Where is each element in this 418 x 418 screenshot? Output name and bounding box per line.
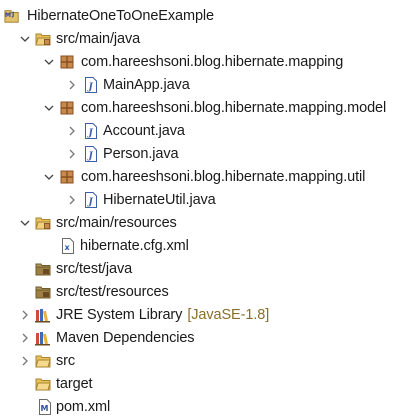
source-folder-icon (35, 31, 51, 47)
package-mapping-label: com.hareeshsoni.blog.hibernate.mapping (81, 54, 344, 70)
java-file-icon: J (83, 192, 99, 208)
package-icon (59, 169, 75, 185)
maven-pom-icon: M (37, 399, 53, 415)
tree-item-mainapp[interactable]: J MainApp.java (0, 74, 418, 96)
tree-item-person[interactable]: J Person.java (0, 143, 418, 165)
xml-file-icon: x (60, 238, 76, 254)
folder-icon (35, 376, 51, 392)
chevron-right-icon[interactable] (66, 79, 78, 91)
pom-label: pom.xml (56, 399, 111, 415)
src-main-java-label: src/main/java (56, 31, 141, 47)
chevron-right-icon[interactable] (66, 125, 78, 137)
library-icon (35, 330, 51, 346)
tree-item-src-main-resources[interactable]: src/main/resources (0, 212, 418, 234)
chevron-down-icon[interactable] (43, 171, 55, 183)
empty-source-folder-icon (35, 261, 51, 277)
chevron-down-icon[interactable] (19, 217, 31, 229)
maven-dependencies-label: Maven Dependencies (56, 330, 195, 346)
svg-text:M: M (41, 404, 49, 413)
mainapp-label: MainApp.java (103, 77, 190, 93)
target-label: target (56, 376, 93, 392)
jre-library-text: JRE System Library [JavaSE-1.8] (56, 306, 269, 324)
project-explorer-tree: M J HibernateOneToOneExample src/main/ja… (0, 0, 418, 417)
chevron-right-icon[interactable] (66, 194, 78, 206)
tree-item-src-test-resources[interactable]: src/test/resources (0, 281, 418, 303)
chevron-right-icon[interactable] (66, 148, 78, 160)
tree-item-project[interactable]: M J HibernateOneToOneExample (0, 5, 418, 27)
tree-item-account[interactable]: J Account.java (0, 120, 418, 142)
library-icon (35, 307, 51, 323)
project-name: HibernateOneToOneExample (27, 8, 215, 24)
src-label: src (56, 353, 76, 369)
tree-item-src[interactable]: src (0, 350, 418, 372)
maven-project-icon: M J (4, 8, 20, 24)
chevron-down-icon[interactable] (19, 33, 31, 45)
chevron-right-icon[interactable] (19, 355, 31, 367)
account-label: Account.java (103, 123, 185, 139)
hibernateutil-label: HibernateUtil.java (103, 192, 216, 208)
hibernate-cfg-label: hibernate.cfg.xml (80, 238, 189, 254)
tree-item-hibernate-cfg[interactable]: x hibernate.cfg.xml (0, 235, 418, 257)
chevron-right-icon[interactable] (19, 309, 31, 321)
tree-item-package-model[interactable]: com.hareeshsoni.blog.hibernate.mapping.m… (0, 97, 418, 119)
chevron-right-icon[interactable] (19, 332, 31, 344)
tree-item-package-util[interactable]: com.hareeshsoni.blog.hibernate.mapping.u… (0, 166, 418, 188)
svg-text:J: J (87, 83, 94, 93)
tree-item-src-test-java[interactable]: src/test/java (0, 258, 418, 280)
chevron-down-icon[interactable] (43, 56, 55, 68)
package-icon (59, 54, 75, 70)
java-file-icon: J (83, 146, 99, 162)
jre-version-decoration: [JavaSE-1.8] (187, 307, 270, 323)
source-folder-icon (35, 215, 51, 231)
person-label: Person.java (103, 146, 179, 162)
package-model-label: com.hareeshsoni.blog.hibernate.mapping.m… (81, 100, 387, 116)
tree-item-maven-dependencies[interactable]: Maven Dependencies (0, 327, 418, 349)
svg-text:J: J (87, 198, 94, 208)
svg-text:J: J (87, 152, 94, 162)
chevron-down-icon[interactable] (43, 102, 55, 114)
java-file-icon: J (83, 123, 99, 139)
src-test-resources-label: src/test/resources (56, 284, 169, 300)
tree-item-package-mapping[interactable]: com.hareeshsoni.blog.hibernate.mapping (0, 51, 418, 73)
tree-item-target[interactable]: target (0, 373, 418, 395)
tree-item-jre-library[interactable]: JRE System Library [JavaSE-1.8] (0, 304, 418, 326)
svg-text:J: J (11, 11, 14, 18)
tree-item-hibernateutil[interactable]: J HibernateUtil.java (0, 189, 418, 211)
package-icon (59, 100, 75, 116)
tree-item-src-main-java[interactable]: src/main/java (0, 28, 418, 50)
jre-library-label: JRE System Library (56, 307, 183, 323)
svg-text:M: M (5, 12, 11, 19)
svg-text:J: J (87, 129, 94, 139)
svg-text:x: x (65, 243, 71, 252)
package-util-label: com.hareeshsoni.blog.hibernate.mapping.u… (81, 169, 366, 185)
empty-source-folder-icon (35, 284, 51, 300)
tree-item-pom[interactable]: M pom.xml (0, 396, 418, 418)
src-main-resources-label: src/main/resources (56, 215, 177, 231)
folder-icon (35, 353, 51, 369)
src-test-java-label: src/test/java (56, 261, 133, 277)
java-file-icon: J (83, 77, 99, 93)
